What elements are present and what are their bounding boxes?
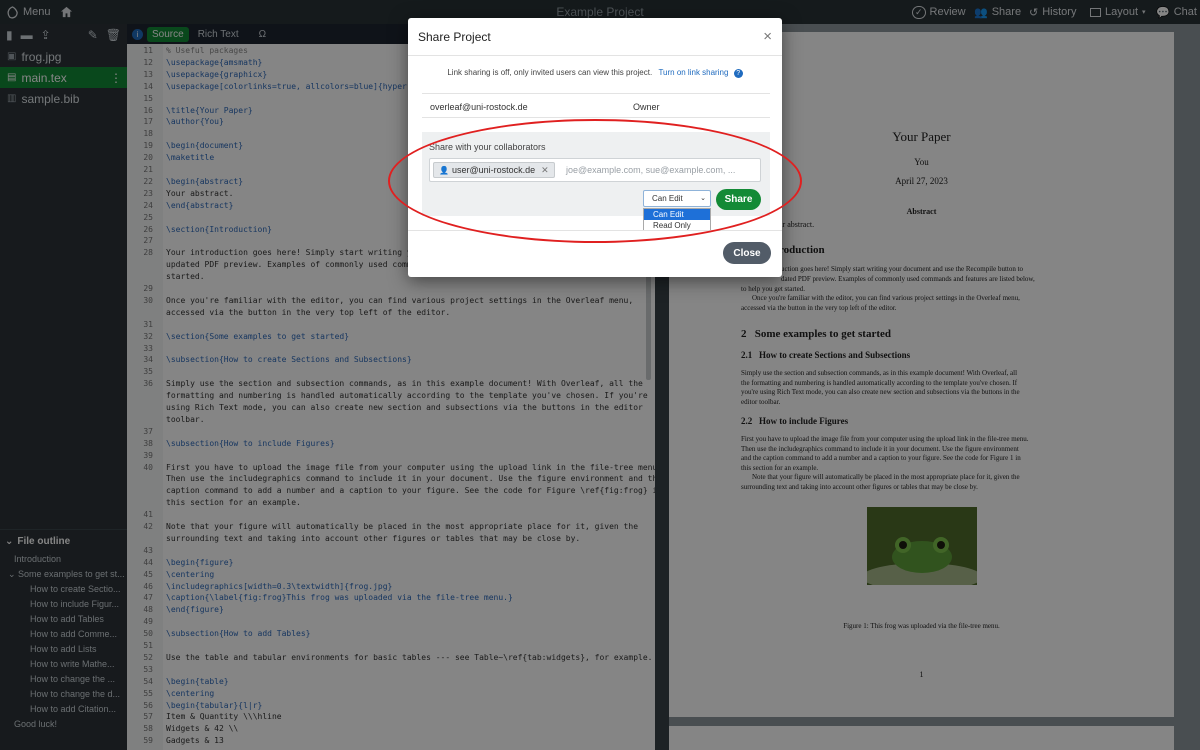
close-button[interactable]: Close bbox=[723, 242, 771, 264]
turn-on-link-sharing-link[interactable]: Turn on link sharing bbox=[658, 68, 728, 77]
modal-header: Share Project × bbox=[408, 18, 782, 56]
link-sharing-info: Link sharing is off, only invited users … bbox=[408, 68, 782, 78]
owner-role: Owner bbox=[633, 102, 660, 112]
divider bbox=[422, 117, 770, 118]
owner-email: overleaf@uni-rostock.de bbox=[430, 102, 528, 112]
divider bbox=[422, 93, 770, 94]
help-icon[interactable]: ? bbox=[733, 69, 743, 78]
link-sharing-text: Link sharing is off, only invited users … bbox=[447, 68, 653, 77]
red-annotation-ellipse bbox=[388, 119, 802, 243]
modal-title: Share Project bbox=[418, 29, 491, 44]
close-icon[interactable]: × bbox=[763, 28, 772, 45]
